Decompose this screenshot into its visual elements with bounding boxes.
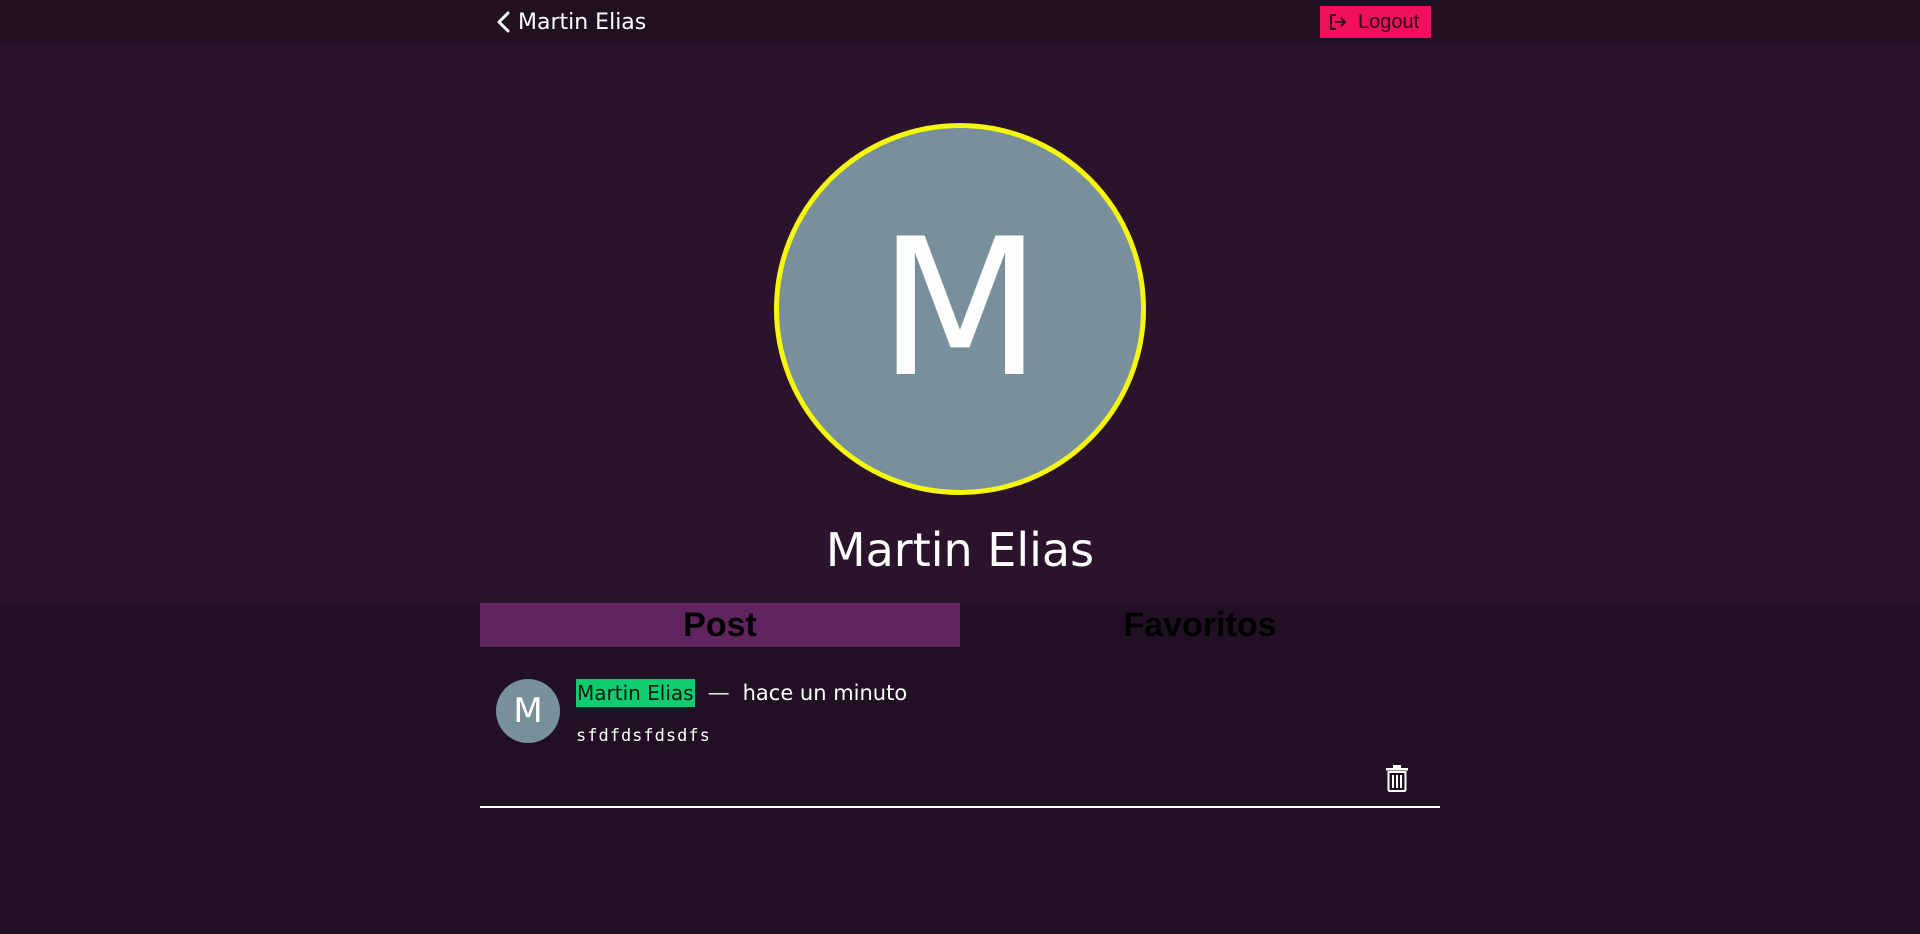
post-avatar: M (496, 679, 560, 743)
tab-post[interactable]: Post (480, 603, 960, 647)
profile-avatar-initial: M (878, 198, 1042, 419)
trash-icon (1386, 765, 1408, 792)
logout-button[interactable]: Logout (1320, 6, 1431, 38)
tab-favoritos[interactable]: Favoritos (960, 603, 1440, 647)
post-time: hace un minuto (742, 681, 908, 705)
top-bar: Martin Elias Logout (0, 0, 1920, 45)
logout-icon (1330, 14, 1347, 30)
post-body: sfdfdsfdsdfs (576, 726, 711, 746)
profile-avatar: M (774, 123, 1146, 495)
back-button[interactable]: Martin Elias (494, 7, 646, 37)
profile-header: M Martin Elias (0, 45, 1920, 603)
delete-post-button[interactable] (1382, 763, 1412, 793)
chevron-left-icon (497, 11, 510, 33)
post-header: Martin Elias — hace un minuto (576, 679, 907, 707)
post-author[interactable]: Martin Elias (576, 679, 695, 707)
profile-tabs: Post Favoritos (480, 603, 1440, 647)
back-label: Martin Elias (518, 9, 647, 35)
logout-label: Logout (1358, 10, 1420, 33)
post-separator: — (708, 681, 729, 704)
post-item: M Martin Elias — hace un minuto sfdfdsfd… (480, 660, 1440, 808)
post-avatar-initial: M (513, 691, 543, 731)
profile-name: Martin Elias (825, 523, 1095, 577)
